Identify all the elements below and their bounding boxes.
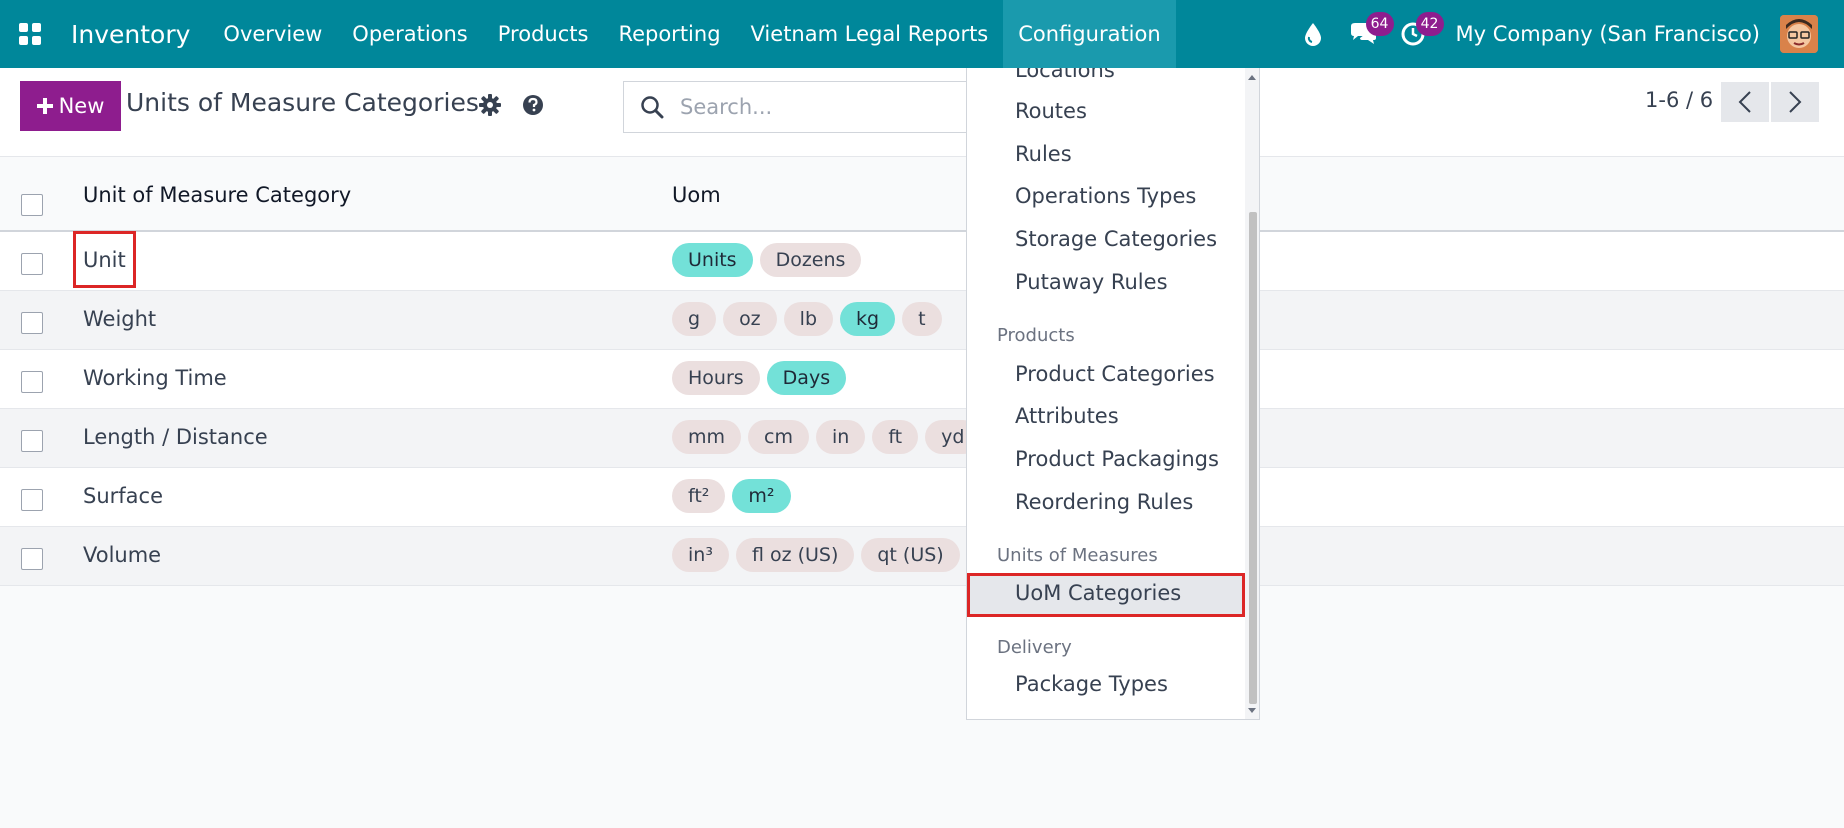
gear-icon[interactable] — [479, 94, 501, 120]
table-row[interactable]: Length / Distance mm cm in ft yd — [0, 409, 1844, 468]
menu-item-uom-categories[interactable]: UoM Categories — [1015, 581, 1181, 605]
list-table: Unit of Measure Category Uom Unit Units Do… — [0, 157, 1844, 586]
uom-tag: g — [672, 302, 717, 336]
row-checkbox[interactable] — [21, 548, 43, 570]
section-header-units-of-measures: Units of Measures — [997, 545, 1158, 566]
category-name[interactable]: Length / Distance — [83, 425, 268, 449]
control-panel: New Units of Measure Categories 1-6 / 6 — [0, 68, 1844, 157]
uom-tags: mm cm in ft yd — [672, 420, 981, 454]
top-navbar: Inventory Overview Operations Products R… — [0, 0, 1844, 68]
uom-tags: in³ fl oz (US) qt (US) — [672, 538, 960, 572]
category-name[interactable]: Weight — [83, 307, 156, 331]
category-name[interactable]: Working Time — [83, 366, 227, 390]
uom-tag: m² — [732, 479, 791, 513]
uom-tag: t — [902, 302, 942, 336]
company-switcher[interactable]: My Company (San Francisco) — [1456, 22, 1760, 46]
chevron-left-icon — [1738, 91, 1751, 113]
table-row[interactable]: Unit Units Dozens — [0, 232, 1844, 291]
menu-overview[interactable]: Overview — [208, 0, 337, 68]
row-checkbox[interactable] — [21, 371, 43, 393]
uom-tag: oz — [723, 302, 777, 336]
pager-value[interactable]: 1-6 / 6 — [1645, 88, 1713, 112]
drop-icon[interactable] — [1288, 0, 1338, 68]
menu-reporting[interactable]: Reporting — [603, 0, 735, 68]
uom-tag: Days — [766, 361, 847, 395]
uom-tag: in — [816, 420, 866, 454]
table-row[interactable]: Working Time Hours Days — [0, 350, 1844, 409]
table-row[interactable]: Weight g oz lb kg t — [0, 291, 1844, 350]
configuration-dropdown: Locations Routes Rules Operations Types … — [966, 68, 1260, 720]
apps-grid-icon[interactable] — [0, 0, 60, 68]
menu-operations[interactable]: Operations — [337, 0, 482, 68]
uom-tag: Hours — [672, 361, 760, 395]
table-row[interactable]: Surface ft² m² — [0, 468, 1844, 527]
menu-item-locations[interactable]: Locations — [1015, 68, 1115, 82]
uom-tags: Units Dozens — [672, 243, 862, 277]
menu-item-routes[interactable]: Routes — [1015, 99, 1087, 123]
uom-tag: qt (US) — [861, 538, 960, 572]
search-input[interactable] — [680, 95, 940, 119]
dropdown-scrollbar-thumb[interactable] — [1249, 212, 1257, 704]
menu-item-putaway-rules[interactable]: Putaway Rules — [1015, 270, 1168, 294]
menu-vietnam-legal-reports[interactable]: Vietnam Legal Reports — [736, 0, 1004, 68]
uom-tag: ft² — [672, 479, 726, 513]
menu-item-package-types[interactable]: Package Types — [1015, 672, 1168, 696]
table-header: Unit of Measure Category Uom — [0, 157, 1844, 232]
help-icon[interactable] — [522, 94, 544, 120]
avatar[interactable] — [1780, 15, 1818, 53]
clock-icon[interactable]: 42 — [1388, 0, 1444, 68]
uom-tag: kg — [840, 302, 896, 336]
uom-tag: in³ — [672, 538, 729, 572]
menu-item-product-packagings[interactable]: Product Packagings — [1015, 447, 1219, 471]
menu-item-reordering-rules[interactable]: Reordering Rules — [1015, 490, 1193, 514]
uom-tag: mm — [672, 420, 742, 454]
category-name[interactable]: Volume — [83, 543, 161, 567]
new-button-label: New — [58, 94, 105, 118]
uom-tag: Dozens — [759, 243, 862, 277]
plus-icon — [36, 98, 53, 114]
app-name[interactable]: Inventory — [71, 20, 190, 49]
menu-products[interactable]: Products — [483, 0, 604, 68]
uom-tags: ft² m² — [672, 479, 791, 513]
uom-tags: Hours Days — [672, 361, 847, 395]
table-row[interactable]: Volume in³ fl oz (US) qt (US) — [0, 527, 1844, 586]
navbar-systray: 64 42 My Company (San Francisco) — [1288, 0, 1844, 68]
column-header-uom[interactable]: Uom — [672, 183, 721, 207]
section-header-delivery: Delivery — [997, 637, 1072, 658]
new-button[interactable]: New — [20, 81, 121, 131]
search-icon — [640, 95, 664, 119]
menu-item-attributes[interactable]: Attributes — [1015, 404, 1119, 428]
row-checkbox[interactable] — [21, 489, 43, 511]
uom-tag: ft — [872, 420, 919, 454]
search-box — [623, 81, 973, 133]
column-header-category[interactable]: Unit of Measure Category — [83, 183, 351, 207]
highlight-unit — [73, 231, 136, 288]
category-name[interactable]: Surface — [83, 484, 163, 508]
pager-previous-button[interactable] — [1721, 82, 1769, 122]
chat-icon[interactable]: 64 — [1338, 0, 1394, 68]
scroll-up-arrow-icon[interactable] — [1248, 75, 1256, 80]
row-checkbox[interactable] — [21, 430, 43, 452]
page-title: Units of Measure Categories — [126, 88, 479, 117]
menu-configuration[interactable]: Configuration — [1003, 0, 1176, 68]
section-header-products: Products — [997, 325, 1075, 346]
activities-badge: 42 — [1415, 12, 1444, 36]
row-checkbox[interactable] — [21, 312, 43, 334]
pager-next-button[interactable] — [1771, 82, 1819, 122]
menu-item-storage-categories[interactable]: Storage Categories — [1015, 227, 1217, 251]
uom-tag: cm — [748, 420, 809, 454]
menu-item-operations-types[interactable]: Operations Types — [1015, 184, 1196, 208]
menu-item-rules[interactable]: Rules — [1015, 142, 1072, 166]
uom-tag: fl oz (US) — [735, 538, 855, 572]
uom-tag: Units — [672, 243, 753, 277]
uom-tag: lb — [783, 302, 834, 336]
row-checkbox[interactable] — [21, 253, 43, 275]
menu-item-product-categories[interactable]: Product Categories — [1015, 362, 1215, 386]
scroll-down-arrow-icon[interactable] — [1248, 708, 1256, 713]
uom-tags: g oz lb kg t — [672, 302, 942, 336]
select-all-checkbox[interactable] — [21, 194, 43, 216]
chevron-right-icon — [1789, 91, 1802, 113]
